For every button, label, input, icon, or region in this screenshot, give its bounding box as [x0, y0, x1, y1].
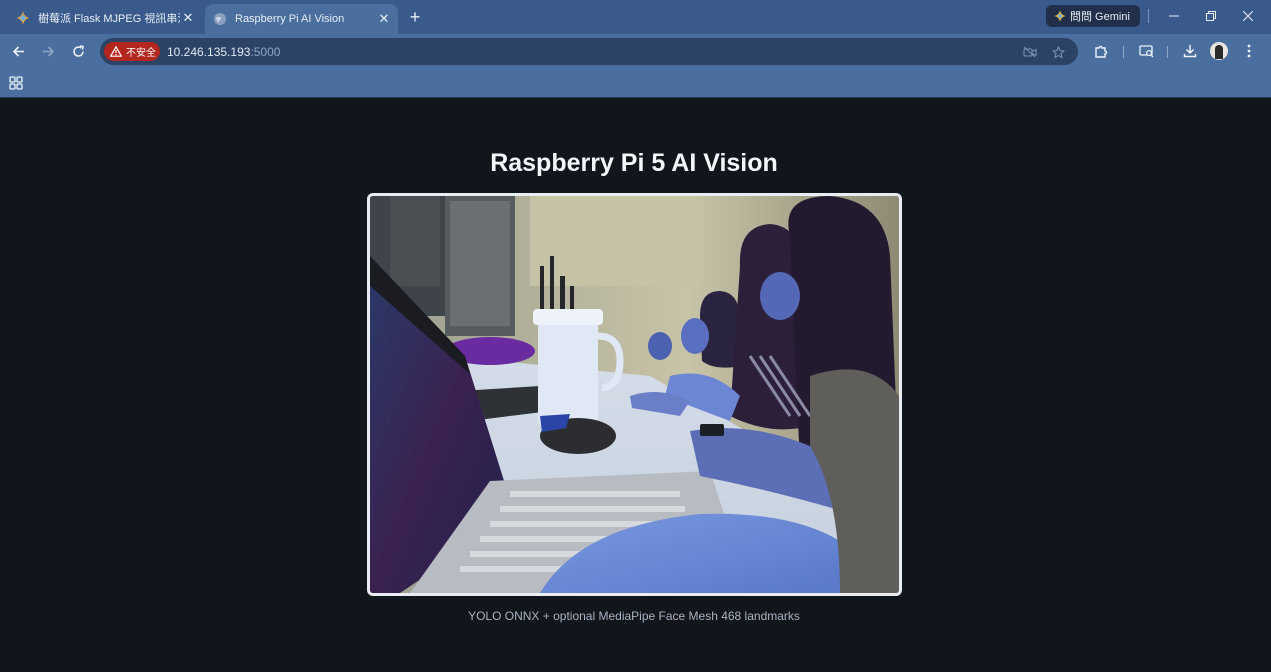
bookmarks-bar: [0, 68, 1271, 98]
arrow-right-icon: [42, 45, 54, 57]
browser-menu-button[interactable]: [1238, 40, 1260, 62]
page-title: Raspberry Pi 5 AI Vision: [490, 149, 778, 177]
minimize-icon: [1169, 15, 1179, 17]
page-content: Raspberry Pi 5 AI Vision YOLO ONNX + opt…: [0, 99, 1271, 672]
window-controls-divider: [1148, 9, 1149, 23]
camera-blocked-icon[interactable]: [1022, 44, 1038, 60]
close-window-button[interactable]: [1232, 4, 1264, 28]
arrow-left-icon: [12, 45, 24, 57]
url-text[interactable]: 10.246.135.193:5000: [167, 45, 280, 59]
browser-toolbar: 不安全 10.246.135.193:5000: [0, 34, 1271, 68]
camera-feed-image: [370, 196, 899, 593]
profile-avatar[interactable]: [1210, 42, 1228, 60]
ask-gemini-label: 問問 Gemini: [1070, 11, 1130, 23]
new-tab-button[interactable]: +: [404, 6, 426, 28]
video-stream: [367, 193, 902, 596]
ask-gemini-button[interactable]: 問問 Gemini: [1046, 5, 1140, 27]
tab-search-button[interactable]: [1135, 40, 1157, 62]
warning-icon: [110, 46, 122, 57]
tab-flask-mjpeg[interactable]: 樹莓派 Flask MJPEG 視訊串流 ✕: [8, 4, 202, 31]
toolbar-divider: [1123, 46, 1124, 58]
bookmark-star-icon[interactable]: [1050, 44, 1066, 60]
tab-close-icon[interactable]: ✕: [376, 11, 392, 27]
apps-grid-icon[interactable]: [9, 76, 23, 90]
back-button[interactable]: [7, 40, 29, 62]
toolbar-divider: [1167, 46, 1168, 58]
puzzle-icon: [1094, 45, 1107, 58]
kebab-menu-icon: [1247, 44, 1251, 58]
tab-title: 樹莓派 Flask MJPEG 視訊串流: [38, 12, 180, 25]
downloads-button[interactable]: [1179, 40, 1201, 62]
model-caption: YOLO ONNX + optional MediaPipe Face Mesh…: [468, 609, 800, 623]
not-secure-label: 不安全: [126, 48, 156, 59]
gemini-spark-icon: [1054, 10, 1066, 22]
extensions-button[interactable]: [1090, 40, 1112, 62]
minimize-button[interactable]: [1158, 4, 1190, 28]
url-host: 10.246.135.193: [167, 45, 251, 59]
tab-search-icon: [1138, 45, 1153, 58]
tab-ai-vision[interactable]: Raspberry Pi AI Vision ✕: [205, 4, 398, 34]
globe-favicon-icon: [214, 13, 226, 25]
not-secure-badge[interactable]: 不安全: [104, 42, 160, 61]
reload-icon: [72, 44, 84, 57]
gemini-favicon-icon: [16, 10, 30, 25]
tab-strip: 樹莓派 Flask MJPEG 視訊串流 ✕ Raspberry Pi AI V…: [0, 0, 1271, 34]
reload-button[interactable]: [67, 40, 89, 62]
restore-button[interactable]: [1195, 4, 1227, 28]
forward-button[interactable]: [37, 40, 59, 62]
tab-title: Raspberry Pi AI Vision: [235, 13, 345, 25]
url-port: :5000: [250, 45, 281, 59]
close-icon: [1243, 11, 1253, 21]
download-icon: [1183, 45, 1197, 58]
tab-close-icon[interactable]: ✕: [180, 10, 196, 26]
address-bar[interactable]: 不安全 10.246.135.193:5000: [100, 38, 1078, 65]
restore-icon: [1206, 11, 1216, 21]
